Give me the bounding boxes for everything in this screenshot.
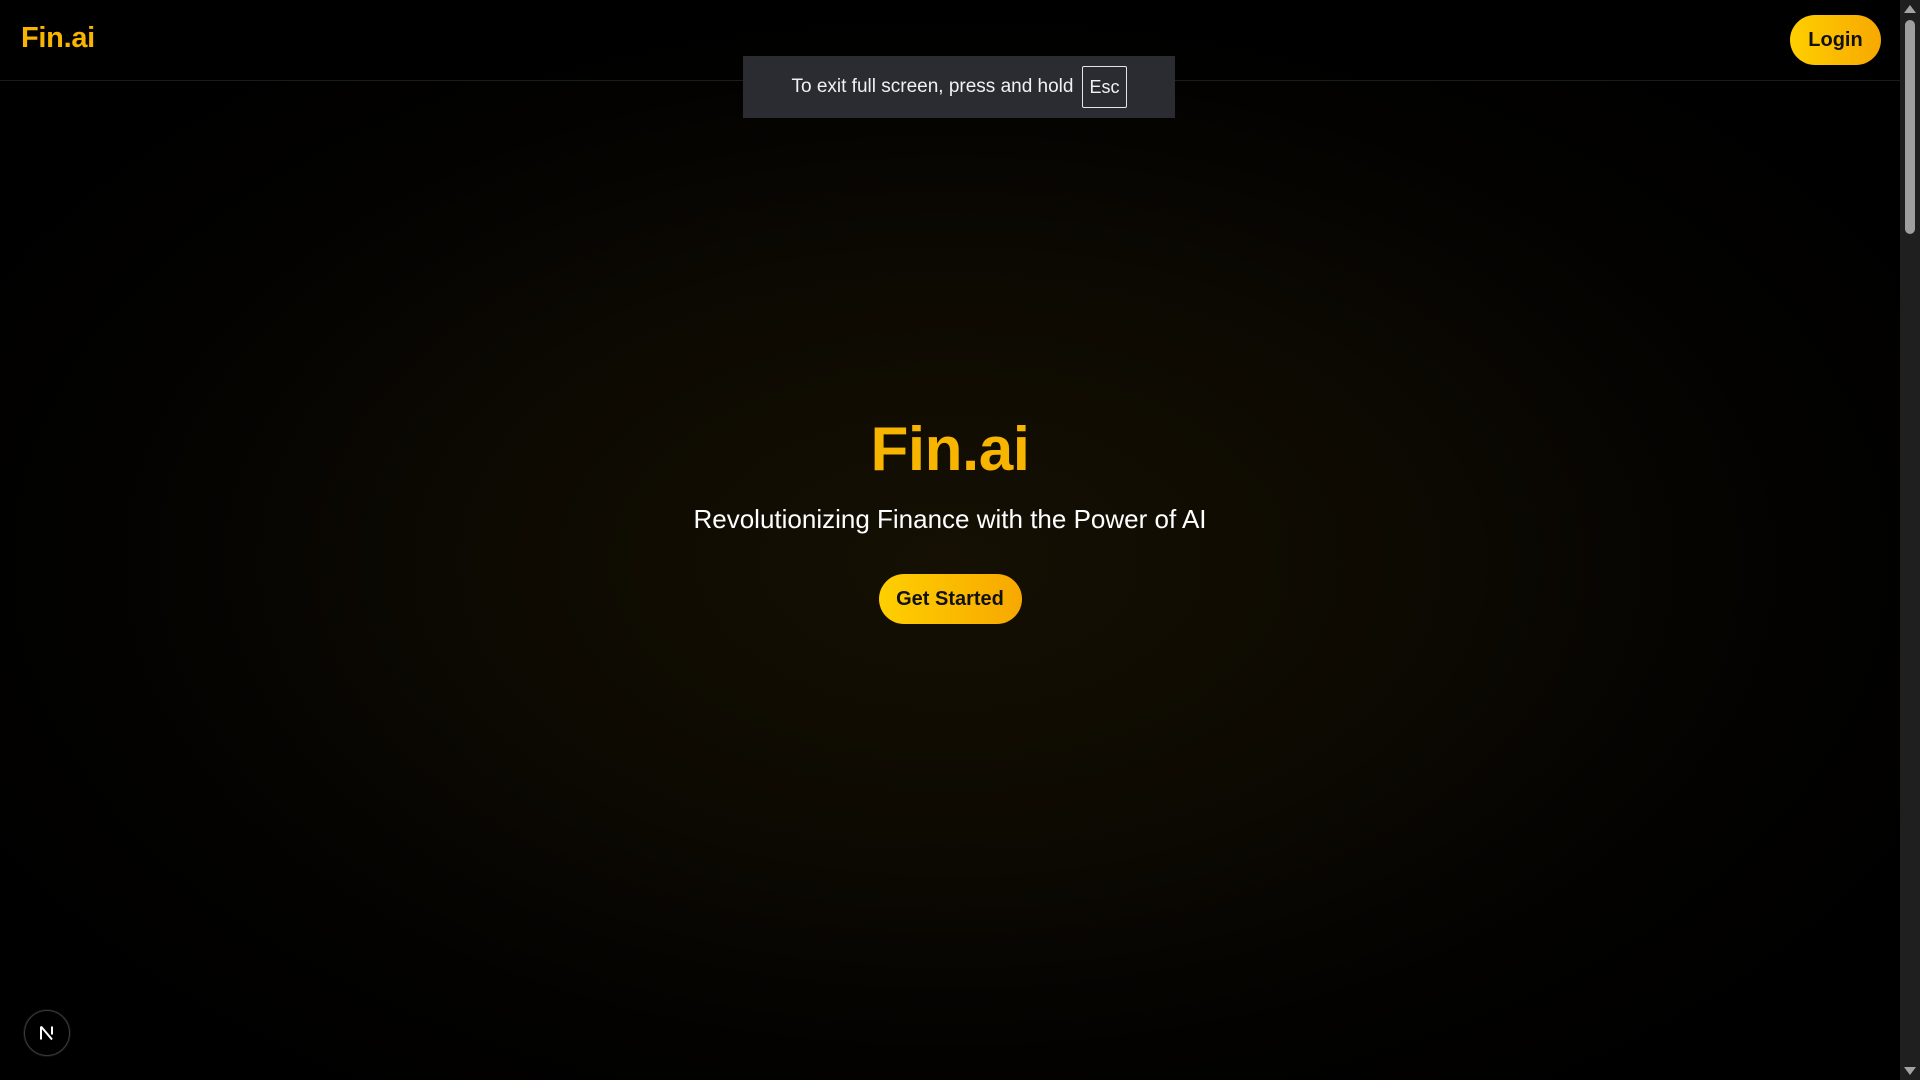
scroll-up-arrow-icon[interactable] xyxy=(1904,5,1916,13)
fullscreen-exit-notice: To exit full screen, press and hold Esc xyxy=(743,56,1175,118)
scroll-down-arrow-icon[interactable] xyxy=(1904,1067,1916,1075)
hero-section: Fin.ai Revolutionizing Finance with the … xyxy=(0,410,1900,624)
get-started-button[interactable]: Get Started xyxy=(878,574,1022,624)
page-viewport: Fin.ai Login Fin.ai Revolutionizing Fina… xyxy=(0,0,1900,1080)
scrollbar-thumb[interactable] xyxy=(1905,20,1915,234)
nextjs-dev-indicator[interactable] xyxy=(24,1010,70,1056)
hero-title: Fin.ai xyxy=(870,415,1030,484)
login-button[interactable]: Login xyxy=(1790,15,1881,65)
nextjs-logo-icon xyxy=(40,1025,53,1041)
vertical-scrollbar[interactable] xyxy=(1900,0,1920,1080)
nav-logo[interactable]: Fin.ai xyxy=(21,22,95,55)
hero-subtitle: Revolutionizing Finance with the Power o… xyxy=(693,504,1207,534)
esc-key-badge: Esc xyxy=(1082,66,1127,108)
fullscreen-notice-text: To exit full screen, press and hold xyxy=(791,76,1074,97)
